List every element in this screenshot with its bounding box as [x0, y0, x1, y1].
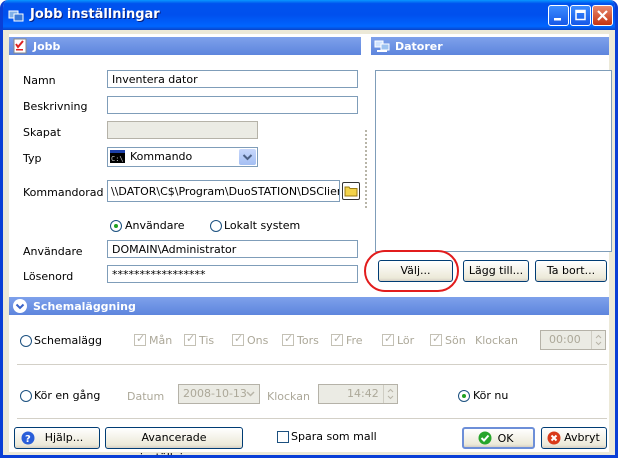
radio-local-system[interactable] [210, 220, 222, 232]
command-field[interactable]: \\DATOR\C$\Program\DuoSTATION\DSClient.E… [107, 180, 340, 202]
ok-button-label: OK [497, 432, 514, 445]
schedule-separator [17, 364, 607, 365]
schedule-clock-spinner-icon[interactable] [591, 331, 605, 349]
radio-run-once-label: Kör en gång [34, 389, 101, 402]
schedule-clock-value: 00:00 [549, 333, 581, 346]
folder-browse-icon[interactable] [342, 182, 360, 200]
type-select[interactable]: Kommando [107, 147, 258, 167]
user-field[interactable]: DOMAIN\Administrator [107, 240, 358, 258]
description-field[interactable] [107, 96, 358, 114]
command-label: Kommandorad [23, 186, 104, 199]
day-check-thu[interactable] [282, 332, 294, 346]
day-check-tue[interactable] [184, 332, 196, 346]
day-label-thu: Tors [297, 334, 319, 347]
radio-run-once[interactable] [20, 390, 32, 402]
run-once-clock-label: Klockan [267, 390, 310, 403]
radio-schedule-label: Schemalägg [34, 334, 102, 347]
radio-user-label: Användare [125, 219, 185, 232]
add-computer-button[interactable]: Lägg till... [463, 260, 529, 282]
day-label-tue: Tis [199, 334, 215, 347]
password-label: Lösenord [23, 270, 74, 283]
day-label-sun: Sön [445, 334, 466, 347]
day-check-sun[interactable] [430, 332, 442, 346]
created-field [107, 121, 258, 139]
chevron-down-icon[interactable] [239, 149, 256, 165]
schedule-panel-header[interactable]: Schemaläggning [9, 297, 609, 315]
remove-computer-button[interactable]: Ta bort... [535, 260, 607, 282]
day-check-mon[interactable] [134, 332, 146, 346]
save-template-label: Spara som mall [291, 430, 377, 443]
help-icon: ? [21, 431, 35, 445]
schedule-header-label: Schemaläggning [33, 300, 136, 313]
svg-text:C:\: C:\ [111, 155, 124, 163]
date-value: 2008-10-13 [183, 387, 247, 400]
schedule-clock-label: Klockan [475, 334, 518, 347]
description-label: Beskrivning [23, 100, 88, 113]
app-icon [8, 7, 24, 23]
dialog-window: Jobb inställningar Jobb Datorer Namn Inv… [0, 0, 618, 458]
cancel-icon [547, 431, 561, 445]
computers-list[interactable] [375, 70, 612, 252]
footer-separator [17, 418, 607, 419]
svg-text:?: ? [25, 434, 31, 445]
type-label: Typ [23, 152, 42, 165]
radio-run-now-label: Kör nu [473, 389, 509, 402]
advanced-settings-button[interactable]: Avancerade inställningar [105, 427, 243, 455]
save-template-checkbox[interactable] [277, 431, 289, 443]
date-dropdown-chevron-icon[interactable] [243, 386, 258, 402]
dialog-content: Jobb Datorer Namn Inventera dator Beskri… [9, 34, 612, 455]
day-label-mon: Mån [149, 334, 173, 347]
day-check-wed[interactable] [232, 332, 244, 346]
maximize-button[interactable] [570, 5, 591, 26]
radio-schedule[interactable] [20, 335, 32, 347]
window-title: Jobb inställningar [30, 7, 160, 22]
jobb-panel-header: Jobb [9, 37, 361, 55]
radio-user[interactable] [110, 220, 122, 232]
help-button-label: Hjälp... [44, 431, 84, 444]
date-label: Datum [127, 390, 165, 403]
datorer-panel-header: Datorer [371, 37, 609, 55]
highlight-oval [364, 250, 459, 292]
name-label: Namn [23, 74, 56, 87]
console-icon: C:\ [110, 150, 125, 163]
run-once-clock-spinner-icon[interactable] [383, 385, 397, 403]
minimize-button[interactable] [548, 5, 569, 26]
cancel-button-label: Avbryt [564, 431, 600, 444]
day-label-wed: Ons [247, 334, 269, 347]
day-label-sat: Lör [397, 334, 415, 347]
type-value: Kommando [130, 150, 193, 163]
computers-icon [374, 38, 390, 54]
jobb-header-label: Jobb [33, 40, 61, 53]
check-circle-icon [478, 431, 492, 445]
user-label: Användare [23, 245, 83, 258]
panel-splitter[interactable] [365, 130, 369, 208]
created-label: Skapat [23, 126, 61, 139]
title-bar[interactable]: Jobb inställningar [3, 0, 615, 30]
password-field[interactable]: ***************** [107, 265, 358, 283]
day-label-fri: Fre [346, 334, 363, 347]
datorer-header-label: Datorer [395, 40, 443, 53]
day-check-sat[interactable] [382, 332, 394, 346]
radio-local-system-label: Lokalt system [224, 219, 301, 232]
close-button[interactable] [592, 5, 613, 26]
name-field[interactable]: Inventera dator [107, 70, 358, 88]
ok-button[interactable]: OK [462, 427, 535, 449]
collapse-chevron-icon[interactable] [12, 298, 28, 314]
run-once-clock-value: 14:42 [347, 387, 379, 400]
day-check-fri[interactable] [331, 332, 343, 346]
radio-run-now[interactable] [458, 390, 470, 402]
checklist-icon [12, 38, 28, 54]
